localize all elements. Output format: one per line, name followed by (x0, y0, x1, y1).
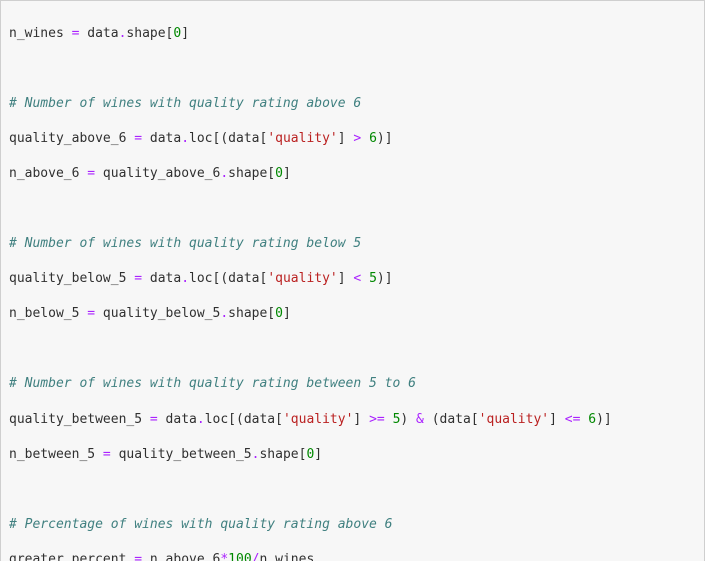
blank-line (9, 200, 696, 218)
code-line: n_below_5 = quality_below_5.shape[0] (9, 305, 696, 323)
blank-line (9, 60, 696, 78)
comment: # Number of wines with quality rating ab… (9, 95, 696, 113)
blank-line (9, 481, 696, 499)
jupyter-cell: n_wines = data.shape[0] # Number of wine… (0, 0, 705, 561)
code-line: n_between_5 = quality_between_5.shape[0] (9, 446, 696, 464)
code-line: quality_below_5 = data.loc[(data['qualit… (9, 270, 696, 288)
code-input[interactable]: n_wines = data.shape[0] # Number of wine… (0, 0, 705, 561)
code-line: n_wines = data.shape[0] (9, 25, 696, 43)
code-line: quality_above_6 = data.loc[(data['qualit… (9, 130, 696, 148)
code-line: n_above_6 = quality_above_6.shape[0] (9, 165, 696, 183)
comment: # Number of wines with quality rating be… (9, 375, 696, 393)
comment: # Number of wines with quality rating be… (9, 235, 696, 253)
blank-line (9, 340, 696, 358)
code-line: quality_between_5 = data.loc[(data['qual… (9, 411, 696, 429)
code-line: greater_percent = n_above_6*100/n_wines (9, 551, 696, 561)
comment: # Percentage of wines with quality ratin… (9, 516, 696, 534)
